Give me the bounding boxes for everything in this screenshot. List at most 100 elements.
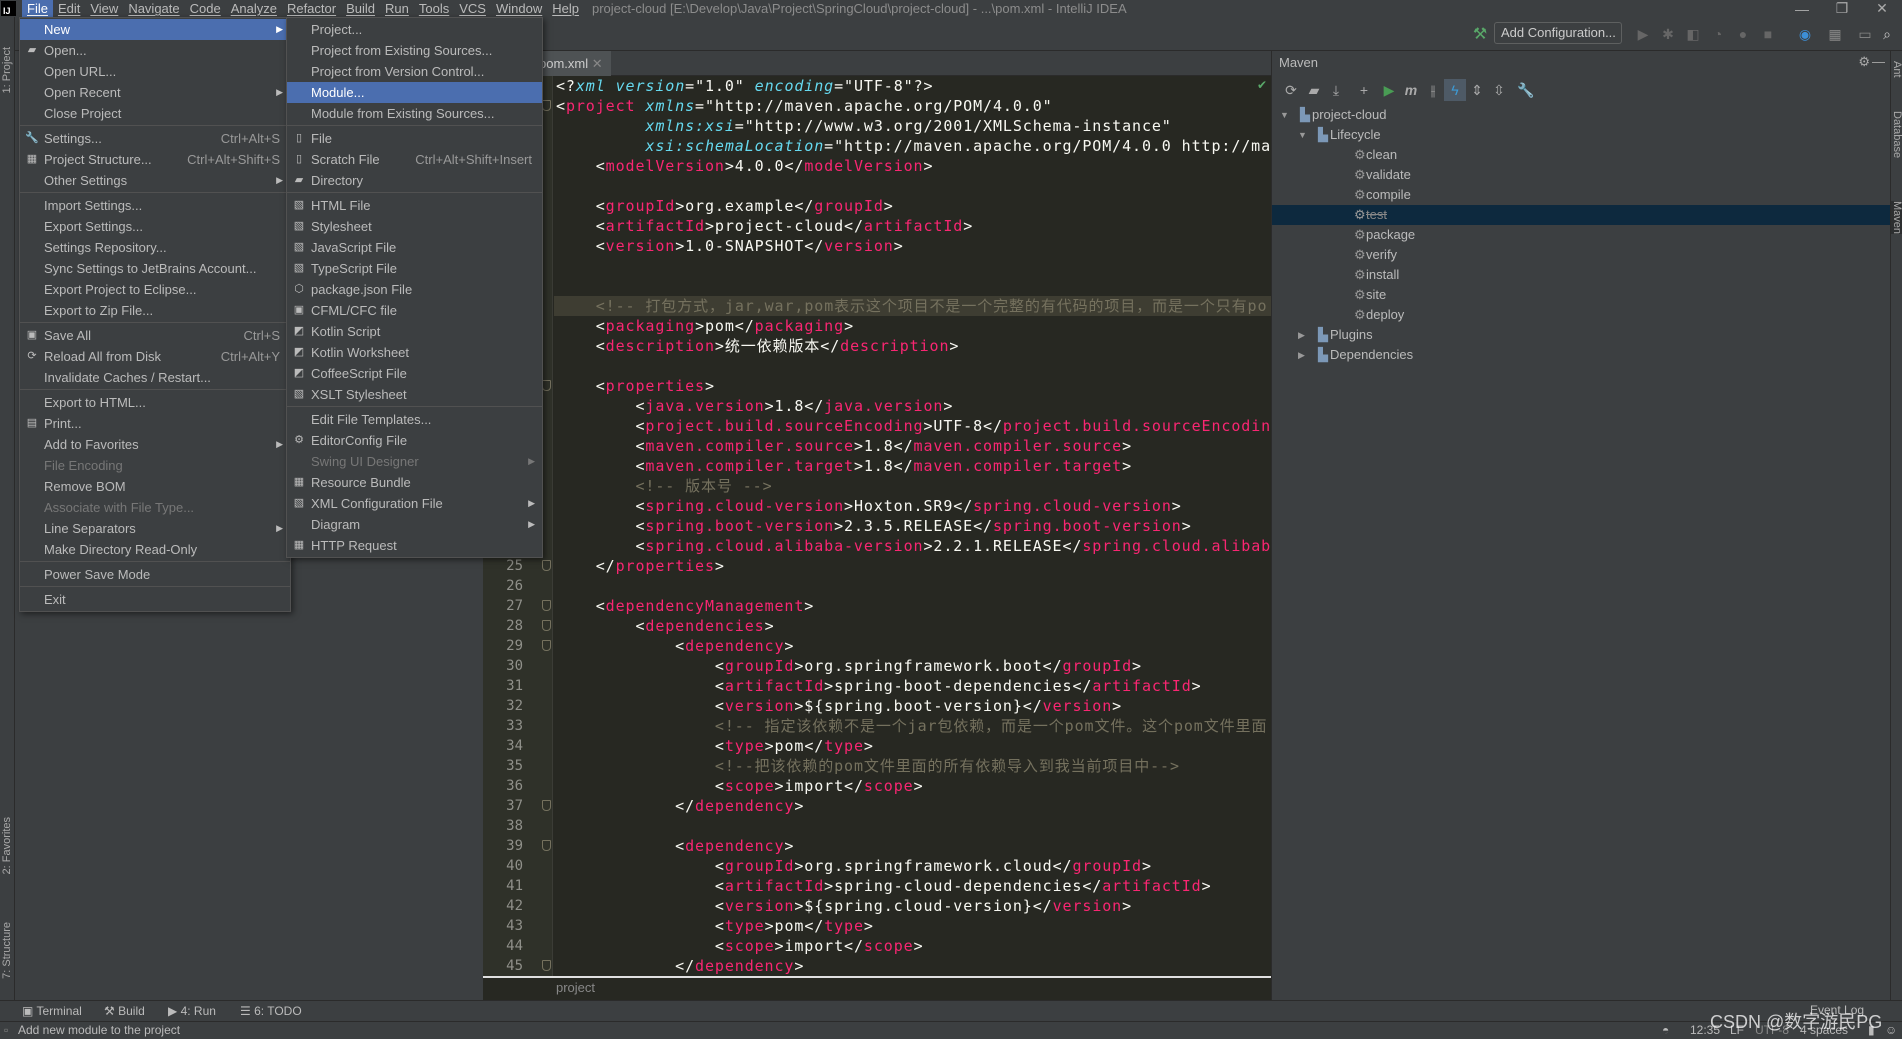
code-editor[interactable]: 1234567891011121314151617181920212223242… bbox=[483, 76, 1271, 976]
tool-window-6-todo[interactable]: ☰ 6: TODO bbox=[240, 1004, 302, 1018]
menu-edit[interactable]: Edit bbox=[53, 0, 85, 17]
expand-arrow-icon[interactable]: ▼ bbox=[1298, 125, 1307, 145]
menu-window[interactable]: Window bbox=[491, 0, 547, 17]
menu-item-line-separators[interactable]: Line Separators ▶ bbox=[20, 518, 290, 539]
fold-marker-icon[interactable] bbox=[542, 100, 551, 111]
menu-item-directory[interactable]: ▰ Directory bbox=[287, 170, 542, 191]
maven-m-icon[interactable]: m bbox=[1400, 79, 1422, 101]
menu-item-stylesheet[interactable]: ▧ Stylesheet bbox=[287, 216, 542, 237]
menu-analyze[interactable]: Analyze bbox=[226, 0, 282, 17]
wrench-icon[interactable]: 🔧 bbox=[1515, 79, 1537, 101]
menu-item-make-directory-read-only[interactable]: Make Directory Read-Only bbox=[20, 539, 290, 560]
menu-item-new[interactable]: New ▶ bbox=[20, 19, 290, 40]
fold-marker-icon[interactable] bbox=[542, 560, 551, 571]
stop-icon[interactable]: ■ bbox=[1758, 24, 1778, 44]
menu-item-coffeescript-file[interactable]: ◩ CoffeeScript File bbox=[287, 363, 542, 384]
menu-item-export-to-zip-file[interactable]: Export to Zip File... bbox=[20, 300, 290, 321]
menu-item-http-request[interactable]: ▦ HTTP Request bbox=[287, 535, 542, 556]
maven-tree-item[interactable]: ⚙ compile bbox=[1272, 185, 1890, 205]
fold-marker-icon[interactable] bbox=[542, 380, 551, 391]
menu-item-power-save-mode[interactable]: Power Save Mode bbox=[20, 564, 290, 585]
menu-item-settings-repository[interactable]: Settings Repository... bbox=[20, 237, 290, 258]
maven-tree-item[interactable]: ⚙ test bbox=[1272, 205, 1890, 225]
menu-item-file[interactable]: ▯ File bbox=[287, 128, 542, 149]
menu-navigate[interactable]: Navigate bbox=[123, 0, 184, 17]
menu-item-xml-configuration-file[interactable]: ▧ XML Configuration File ▶ bbox=[287, 493, 542, 514]
menu-item-project-from-version-control[interactable]: Project from Version Control... bbox=[287, 61, 542, 82]
menu-item-edit-file-templates[interactable]: Edit File Templates... bbox=[287, 409, 542, 430]
menu-item-exit[interactable]: Exit bbox=[20, 589, 290, 610]
menu-item-export-settings[interactable]: Export Settings... bbox=[20, 216, 290, 237]
maven-tree-item[interactable]: ▼ ▙ project-cloud bbox=[1272, 105, 1890, 125]
expand-arrow-icon[interactable]: ▶ bbox=[1298, 325, 1305, 345]
build-hammer-icon[interactable]: ⚒ bbox=[1470, 24, 1490, 44]
fold-marker-icon[interactable] bbox=[542, 960, 551, 971]
search-icon[interactable]: ⌕ bbox=[1877, 24, 1897, 44]
menu-item-close-project[interactable]: Close Project bbox=[20, 103, 290, 124]
database-tool-button[interactable]: Database bbox=[1891, 111, 1902, 158]
presentation-icon[interactable]: ▭ bbox=[1855, 24, 1875, 44]
inspector-icon[interactable]: ☺ bbox=[1885, 1022, 1897, 1039]
menu-item-editorconfig-file[interactable]: ⚙ EditorConfig File bbox=[287, 430, 542, 451]
menu-view[interactable]: View bbox=[85, 0, 123, 17]
favorites-tool-button[interactable]: 2: Favorites bbox=[1, 817, 13, 874]
menu-item-project[interactable]: Project... bbox=[287, 19, 542, 40]
menu-tools[interactable]: Tools bbox=[414, 0, 454, 17]
fold-marker-icon[interactable] bbox=[542, 600, 551, 611]
maven-tree-item[interactable]: ▶ ▙ Dependencies bbox=[1272, 345, 1890, 365]
structure-tool-button[interactable]: 7: Structure bbox=[1, 922, 13, 979]
hide-panel-icon[interactable]: — bbox=[1872, 54, 1885, 69]
maven-tree-item[interactable]: ⚙ clean bbox=[1272, 145, 1890, 165]
status-toggle-icon[interactable]: ▫ bbox=[4, 1022, 8, 1039]
maven-tree-item[interactable]: ⚙ validate bbox=[1272, 165, 1890, 185]
fold-marker-icon[interactable] bbox=[542, 620, 551, 631]
menu-item-import-settings[interactable]: Import Settings... bbox=[20, 195, 290, 216]
menu-item-package-json-file[interactable]: ⬡ package.json File bbox=[287, 279, 542, 300]
menu-item-open[interactable]: ▰ Open... bbox=[20, 40, 290, 61]
menu-item-module-from-existing-sources[interactable]: Module from Existing Sources... bbox=[287, 103, 542, 124]
expand-arrow-icon[interactable]: ▼ bbox=[1280, 105, 1289, 125]
maven-tree-item[interactable]: ⚙ deploy bbox=[1272, 305, 1890, 325]
menu-run[interactable]: Run bbox=[380, 0, 414, 17]
collapse-all-icon[interactable]: ⇳ bbox=[1488, 79, 1510, 101]
fold-marker-icon[interactable] bbox=[542, 640, 551, 651]
update-icon[interactable]: ◉ bbox=[1795, 24, 1815, 44]
ant-tool-button[interactable]: Ant bbox=[1891, 61, 1902, 78]
profile-icon[interactable]: ◔ bbox=[1708, 24, 1728, 44]
menu-item-resource-bundle[interactable]: ▦ Resource Bundle bbox=[287, 472, 542, 493]
menu-item-javascript-file[interactable]: ▧ JavaScript File bbox=[287, 237, 542, 258]
menu-item-invalidate-caches-restart[interactable]: Invalidate Caches / Restart... bbox=[20, 367, 290, 388]
maven-tree-item[interactable]: ▼ ▙ Lifecycle bbox=[1272, 125, 1890, 145]
menu-refactor[interactable]: Refactor bbox=[282, 0, 341, 17]
menu-item-settings[interactable]: 🔧 Settings... Ctrl+Alt+S bbox=[20, 128, 290, 149]
menu-item-export-to-html[interactable]: Export to HTML... bbox=[20, 392, 290, 413]
maven-tree-item[interactable]: ⚙ package bbox=[1272, 225, 1890, 245]
toggle-offline-icon[interactable]: ⫲ bbox=[1422, 79, 1444, 101]
plus-icon[interactable]: + bbox=[1353, 79, 1375, 101]
close-tab-icon[interactable]: ✕ bbox=[592, 56, 603, 71]
project-tool-button[interactable]: 1: Project bbox=[1, 47, 13, 93]
minimize-button[interactable]: — bbox=[1782, 1, 1822, 17]
add-configuration-button[interactable]: Add Configuration... bbox=[1494, 22, 1622, 44]
maven-tree-item[interactable]: ⚙ verify bbox=[1272, 245, 1890, 265]
menu-help[interactable]: Help bbox=[547, 0, 584, 17]
fold-marker-icon[interactable] bbox=[542, 800, 551, 811]
menu-item-html-file[interactable]: ▧ HTML File bbox=[287, 195, 542, 216]
menu-item-export-project-to-eclipse[interactable]: Export Project to Eclipse... bbox=[20, 279, 290, 300]
maven-tree-item[interactable]: ⚙ install bbox=[1272, 265, 1890, 285]
close-button[interactable]: ✕ bbox=[1862, 0, 1902, 17]
refresh-icon[interactable]: ⟳ bbox=[1280, 79, 1302, 101]
menu-item-open-recent[interactable]: Open Recent ▶ bbox=[20, 82, 290, 103]
expand-all-icon[interactable]: ⇕ bbox=[1466, 79, 1488, 101]
expand-arrow-icon[interactable]: ▶ bbox=[1298, 345, 1305, 365]
menu-item-project-from-existing-sources[interactable]: Project from Existing Sources... bbox=[287, 40, 542, 61]
menu-item-sync-settings-to-jetbrains-account[interactable]: Sync Settings to JetBrains Account... bbox=[20, 258, 290, 279]
menu-item-save-all[interactable]: ▣ Save All Ctrl+S bbox=[20, 325, 290, 346]
menu-item-project-structure[interactable]: ▦ Project Structure... Ctrl+Alt+Shift+S bbox=[20, 149, 290, 170]
maven-tree-item[interactable]: ⚙ site bbox=[1272, 285, 1890, 305]
menu-item-add-to-favorites[interactable]: Add to Favorites ▶ bbox=[20, 434, 290, 455]
menu-item-scratch-file[interactable]: ▯ Scratch File Ctrl+Alt+Shift+Insert bbox=[287, 149, 542, 170]
breadcrumb[interactable]: project bbox=[483, 976, 1271, 1000]
tool-window-build[interactable]: ⚒ Build bbox=[104, 1004, 145, 1018]
menu-item-kotlin-worksheet[interactable]: ◩ Kotlin Worksheet bbox=[287, 342, 542, 363]
